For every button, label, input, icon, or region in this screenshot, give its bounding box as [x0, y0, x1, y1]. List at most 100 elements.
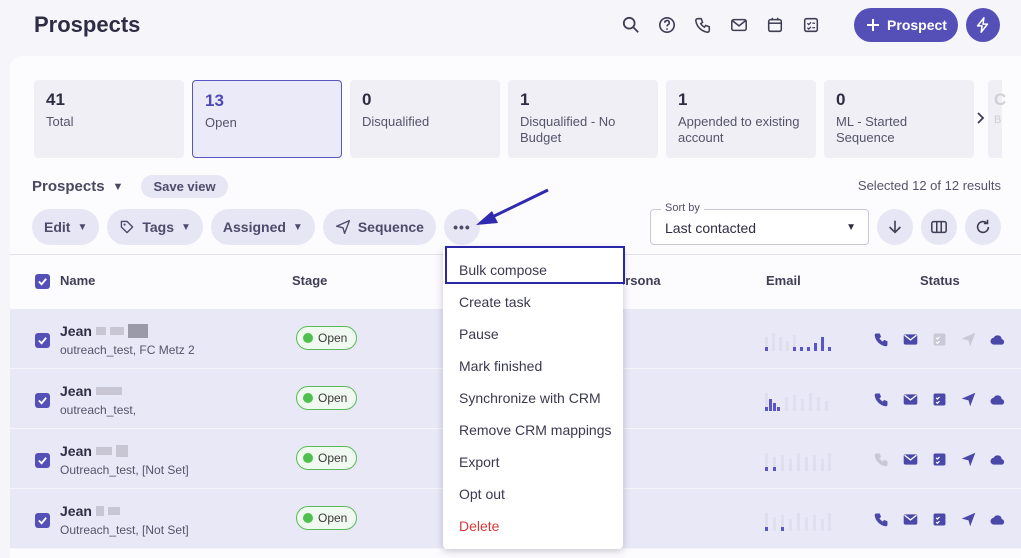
sort-select[interactable]: Sort by Last contacted ▼ — [650, 202, 869, 245]
mail-icon[interactable] — [901, 450, 919, 468]
menu-item-mark-finished[interactable]: Mark finished — [459, 358, 542, 374]
stage-label: Open — [318, 391, 348, 405]
phone-icon[interactable] — [872, 330, 890, 348]
cloud-icon[interactable] — [988, 450, 1006, 468]
calendar-icon[interactable] — [764, 14, 786, 36]
phone-icon[interactable] — [872, 450, 890, 468]
phone-icon[interactable] — [692, 14, 714, 36]
search-icon[interactable] — [620, 14, 642, 36]
card-edge-label: B — [994, 114, 1002, 126]
stage-badge[interactable]: Open — [296, 326, 358, 350]
row-checkbox[interactable] — [35, 453, 50, 468]
redacted-text — [95, 447, 112, 455]
row-checkbox[interactable] — [35, 513, 50, 528]
menu-item-bulk-compose[interactable]: Bulk compose — [459, 262, 547, 278]
prospect-name[interactable]: Jean — [60, 383, 122, 399]
mail-icon[interactable] — [901, 330, 919, 348]
tasks-icon[interactable] — [800, 14, 822, 36]
menu-item-synchronize-crm[interactable]: Synchronize with CRM — [459, 390, 601, 406]
prospect-name[interactable]: Jean — [60, 503, 120, 519]
redacted-text — [95, 327, 106, 335]
cloud-icon[interactable] — [988, 390, 1006, 408]
send-icon[interactable] — [959, 330, 977, 348]
menu-item-opt-out[interactable]: Opt out — [459, 486, 505, 502]
prospect-company: outreach_test, — [60, 403, 137, 417]
stage-badge[interactable]: Open — [296, 386, 358, 410]
send-icon[interactable] — [959, 450, 977, 468]
help-icon[interactable] — [656, 14, 678, 36]
edit-button[interactable]: Edit ▼ — [32, 209, 100, 245]
first-name: Jean — [60, 323, 92, 339]
task-icon[interactable] — [930, 510, 948, 528]
send-icon[interactable] — [959, 510, 977, 528]
card-count: 1 — [678, 90, 688, 109]
menu-item-delete[interactable]: Delete — [459, 518, 499, 534]
stage-cards: 41 Total 13 Open 0 Disqualified 1 Disqua… — [34, 80, 974, 158]
status-icons — [872, 390, 1006, 408]
stage-label: Open — [318, 511, 348, 525]
redacted-text — [115, 445, 128, 457]
menu-item-pause[interactable]: Pause — [459, 326, 499, 342]
top-bar: Prospects Prospect — [0, 0, 1021, 56]
redacted-text — [109, 327, 124, 335]
card-label: Total — [46, 114, 74, 129]
cloud-icon[interactable] — [988, 330, 1006, 348]
send-icon[interactable] — [959, 390, 977, 408]
prospect-name[interactable]: Jean — [60, 323, 148, 339]
menu-item-export[interactable]: Export — [459, 454, 499, 470]
column-header-status[interactable]: Status — [920, 273, 960, 288]
stage-card-total[interactable]: 41 Total — [34, 80, 184, 158]
stage-card-disqualified-no-budget[interactable]: 1 Disqualified - No Budget — [508, 80, 658, 158]
phone-icon[interactable] — [872, 390, 890, 408]
sort-label: Sort by — [661, 202, 704, 214]
quick-actions-button[interactable] — [966, 8, 1000, 42]
mail-icon[interactable] — [728, 14, 750, 36]
view-row: Prospects ▼ Save view — [32, 175, 228, 198]
refresh-button[interactable] — [965, 209, 1001, 245]
bulk-actions: Edit ▼ Tags ▼ Assigned ▼ Sequence ••• — [32, 209, 480, 245]
tags-button[interactable]: Tags ▼ — [107, 209, 203, 245]
select-all-checkbox[interactable] — [35, 274, 50, 289]
mail-icon[interactable] — [901, 390, 919, 408]
column-header-email[interactable]: Email — [766, 273, 801, 288]
task-icon[interactable] — [930, 450, 948, 468]
stage-card-open[interactable]: 13 Open — [192, 80, 342, 158]
stage-card-partial[interactable]: C B — [988, 80, 1006, 158]
sequence-label: Sequence — [357, 219, 424, 235]
column-header-name[interactable]: Name — [60, 273, 95, 288]
column-header-stage[interactable]: Stage — [292, 273, 327, 288]
row-checkbox[interactable] — [35, 333, 50, 348]
task-icon[interactable] — [930, 330, 948, 348]
view-selector[interactable]: Prospects — [32, 178, 105, 195]
stage-badge[interactable]: Open — [296, 506, 358, 530]
first-name: Jean — [60, 383, 92, 399]
annotation-arrow-icon — [476, 188, 549, 225]
mail-icon[interactable] — [901, 510, 919, 528]
sequence-button[interactable]: Sequence — [322, 209, 436, 245]
prospect-name[interactable]: Jean — [60, 443, 128, 459]
assigned-button[interactable]: Assigned ▼ — [210, 209, 315, 245]
menu-item-create-task[interactable]: Create task — [459, 294, 531, 310]
card-edge-count: C — [994, 90, 1007, 109]
stage-card-ml-started[interactable]: 0 ML - Started Sequence — [824, 80, 974, 158]
prospect-company: Outreach_test, [Not Set] — [60, 463, 189, 477]
save-view-button[interactable]: Save view — [141, 175, 228, 198]
plus-icon — [867, 19, 880, 31]
sort-direction-button[interactable] — [877, 209, 913, 245]
columns-button[interactable] — [921, 209, 957, 245]
row-checkbox[interactable] — [35, 393, 50, 408]
cloud-icon[interactable] — [988, 510, 1006, 528]
status-icons — [872, 510, 1006, 528]
task-icon[interactable] — [930, 390, 948, 408]
phone-icon[interactable] — [872, 510, 890, 528]
menu-item-remove-crm-mappings[interactable]: Remove CRM mappings — [459, 422, 612, 438]
chevron-down-icon[interactable]: ▼ — [113, 181, 124, 193]
stage-badge[interactable]: Open — [296, 446, 358, 470]
stage-card-disqualified[interactable]: 0 Disqualified — [350, 80, 500, 158]
add-prospect-button[interactable]: Prospect — [854, 8, 958, 42]
tag-icon — [121, 220, 134, 234]
first-name: Jean — [60, 443, 92, 459]
card-label: Disqualified — [362, 114, 430, 129]
cards-next-icon[interactable] — [974, 108, 988, 128]
stage-card-appended[interactable]: 1 Appended to existing account — [666, 80, 816, 158]
